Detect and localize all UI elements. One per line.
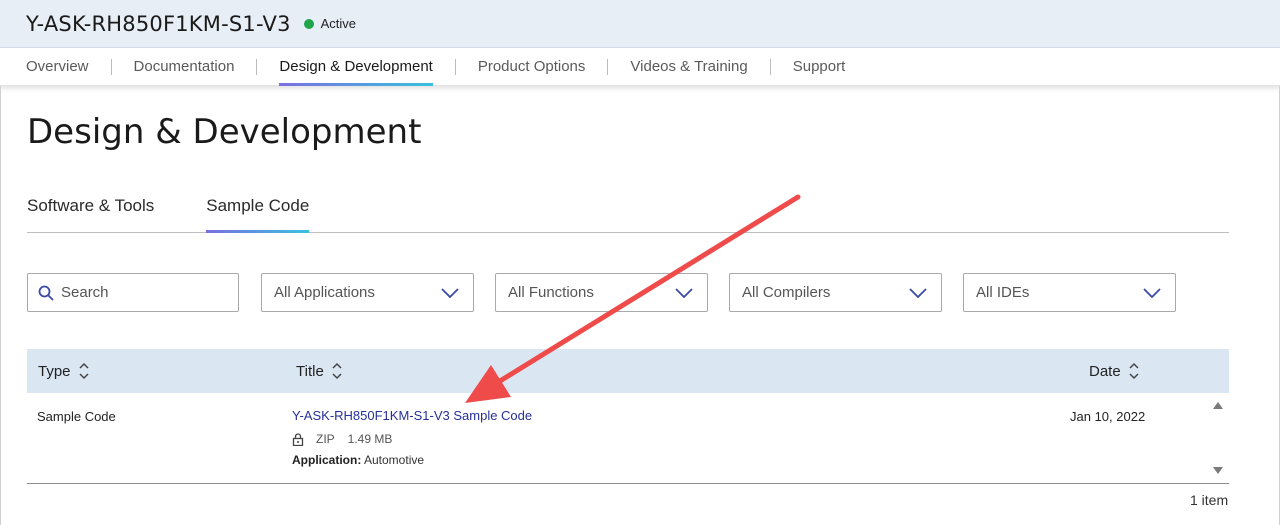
page-title: Design & Development bbox=[27, 112, 422, 152]
column-label-type: Type bbox=[38, 362, 71, 380]
status-dot-icon bbox=[303, 18, 314, 29]
ides-select-value: All IDEs bbox=[976, 284, 1030, 301]
applications-select-value: All Applications bbox=[274, 284, 375, 301]
file-meta: ZIP 1.49 MB bbox=[292, 432, 532, 446]
nav-tab-videos-training[interactable]: Videos & Training bbox=[630, 48, 747, 86]
nav-divider bbox=[607, 58, 609, 75]
nav-tab-support[interactable]: Support bbox=[793, 48, 846, 86]
column-label-title: Title bbox=[296, 362, 324, 380]
scroll-up-arrow-icon[interactable] bbox=[1213, 402, 1223, 409]
compilers-select-value: All Compilers bbox=[742, 284, 831, 301]
nav-divider bbox=[110, 58, 112, 75]
column-header-title[interactable]: Title bbox=[286, 362, 1079, 380]
column-label-date: Date bbox=[1089, 362, 1121, 380]
page-border bbox=[0, 86, 1, 525]
search-input[interactable]: Search bbox=[27, 273, 239, 312]
application-label: Application: bbox=[292, 453, 362, 467]
chevron-down-icon bbox=[909, 287, 927, 298]
scroll-down-arrow-icon[interactable] bbox=[1213, 467, 1223, 474]
column-header-type[interactable]: Type bbox=[27, 362, 286, 380]
search-icon bbox=[38, 285, 54, 300]
applications-select[interactable]: All Applications bbox=[261, 273, 474, 312]
status-badge: Active bbox=[320, 16, 357, 31]
lock-icon bbox=[292, 432, 304, 446]
compilers-select[interactable]: All Compilers bbox=[729, 273, 942, 312]
row-date: Jan 10, 2022 bbox=[1070, 409, 1146, 424]
section-tabs: Software & Tools Sample Code bbox=[27, 186, 1229, 233]
nav-tab-documentation[interactable]: Documentation bbox=[134, 48, 235, 86]
result-count: 1 item bbox=[1190, 492, 1229, 508]
application-line: Application: Automotive bbox=[292, 453, 532, 467]
table-row: Sample Code Y-ASK-RH850F1KM-S1-V3 Sample… bbox=[27, 393, 1229, 484]
sample-code-table: Type Title Date Sample Code Y-ASK-RH850F… bbox=[27, 349, 1229, 484]
ides-select[interactable]: All IDEs bbox=[963, 273, 1176, 312]
column-header-date[interactable]: Date bbox=[1079, 362, 1139, 380]
nav-tab-product-options[interactable]: Product Options bbox=[478, 48, 586, 86]
nav-divider bbox=[769, 58, 771, 75]
nav-divider bbox=[256, 58, 258, 75]
chevron-down-icon bbox=[441, 287, 459, 298]
sort-icon bbox=[332, 362, 342, 380]
nav-divider bbox=[454, 58, 456, 75]
search-placeholder: Search bbox=[61, 284, 109, 301]
chevron-down-icon bbox=[1143, 287, 1161, 298]
sort-icon bbox=[79, 362, 89, 380]
tab-software-tools[interactable]: Software & Tools bbox=[27, 186, 154, 232]
file-size: 1.49 MB bbox=[347, 432, 393, 446]
sample-code-download-link[interactable]: Y-ASK-RH850F1KM-S1-V3 Sample Code bbox=[292, 408, 532, 423]
main-nav: Overview Documentation Design & Developm… bbox=[0, 48, 1280, 86]
part-header: Y-ASK-RH850F1KM-S1-V3 Active bbox=[0, 0, 1280, 48]
file-format: ZIP bbox=[316, 432, 335, 446]
filter-bar: Search All Applications All Functions Al… bbox=[27, 273, 1197, 312]
part-number-title: Y-ASK-RH850F1KM-S1-V3 bbox=[26, 11, 291, 36]
nav-tab-design-development[interactable]: Design & Development bbox=[279, 48, 434, 86]
row-type: Sample Code bbox=[37, 409, 116, 424]
functions-select[interactable]: All Functions bbox=[495, 273, 708, 312]
row-title-cell: Y-ASK-RH850F1KM-S1-V3 Sample Code ZIP 1.… bbox=[292, 408, 532, 467]
sort-icon bbox=[1129, 362, 1139, 380]
nav-tab-overview[interactable]: Overview bbox=[26, 48, 89, 86]
functions-select-value: All Functions bbox=[508, 284, 594, 301]
chevron-down-icon bbox=[675, 287, 693, 298]
application-value: Automotive bbox=[364, 453, 425, 467]
tab-sample-code[interactable]: Sample Code bbox=[206, 186, 310, 233]
table-header: Type Title Date bbox=[27, 349, 1229, 393]
